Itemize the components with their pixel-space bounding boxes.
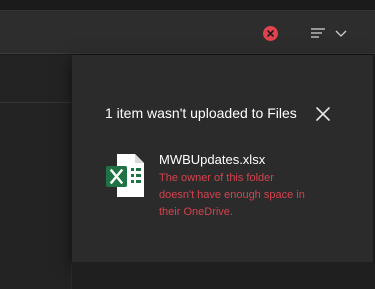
sort-menu-button[interactable]	[309, 25, 351, 43]
upload-errors-flyout: 1 item wasn't uploaded to Files MWBUpdat…	[72, 55, 373, 262]
flyout-title: 1 item wasn't uploaded to Files	[105, 105, 297, 121]
upload-error-message: The owner of this folder doesn't have en…	[159, 172, 305, 218]
file-name: MWBUpdates.xlsx	[159, 152, 266, 167]
background-area	[72, 262, 375, 289]
toolbar	[0, 10, 375, 54]
sort-lines-icon	[311, 28, 347, 38]
error-circle-x-icon[interactable]	[263, 26, 278, 41]
title-strip	[0, 0, 375, 10]
file-list-pane	[0, 55, 72, 289]
list-divider	[0, 102, 72, 103]
close-button[interactable]	[312, 103, 334, 125]
excel-file-icon	[105, 153, 145, 199]
close-icon	[316, 107, 330, 121]
onedrive-window: 1 item wasn't uploaded to Files MWBUpdat…	[0, 0, 375, 289]
